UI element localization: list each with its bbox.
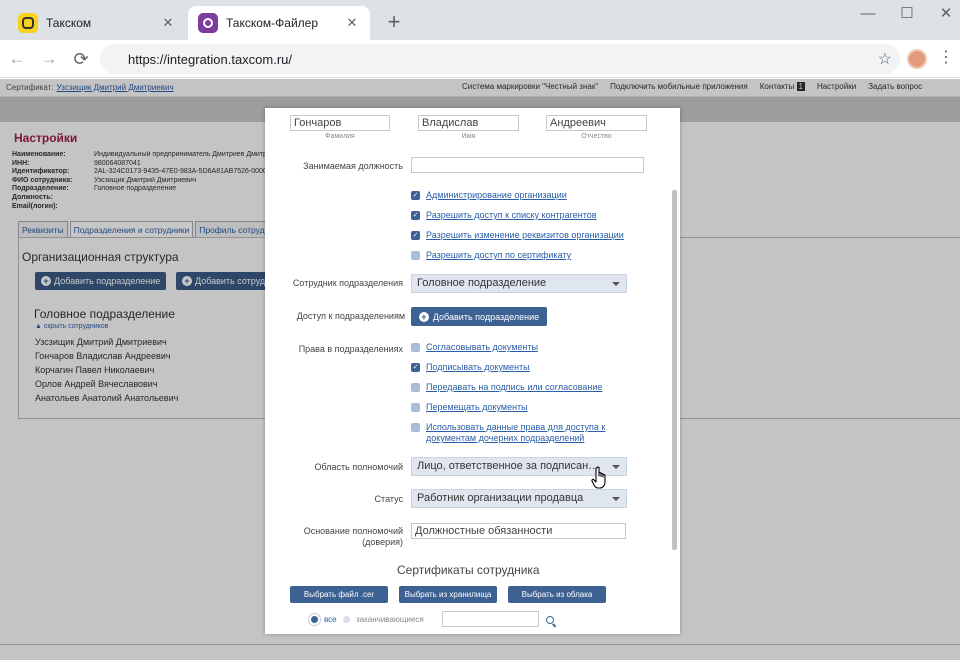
add-department-access-button[interactable]: + Добавить подразделение [411,307,547,326]
first-name-caption: Имя [461,133,476,140]
select-value: Головное подразделение [417,277,547,289]
rights-label: Права в подразделениях [298,344,403,354]
profile-avatar[interactable] [907,49,927,69]
checkbox-unchecked-icon [411,251,420,260]
position-label: Занимаемая должность [303,161,403,171]
chevron-down-icon [612,497,620,501]
perm-contractors-checkbox[interactable]: ✓ Разрешить доступ к списку контрагентов [411,210,597,221]
department-label: Сотрудник подразделения [292,278,403,288]
back-arrow-icon[interactable]: ← [7,49,27,69]
checkbox-label: Разрешить изменение реквизитов организац… [426,230,624,240]
right-approve-checkbox[interactable]: Согласовывать документы [411,342,538,353]
close-window-icon[interactable]: ✕ [931,4,960,24]
browser-toolbar: ← → ⟳ https://integration.taxcom.ru/ ☆ [0,40,960,78]
modal-scrollbar[interactable] [672,190,677,550]
checkbox-label: Разрешить доступ к списку контрагентов [426,210,597,220]
tab-close-icon[interactable]: ✕ [344,15,360,31]
right-move-checkbox[interactable]: Перемещать документы [411,402,528,413]
checkbox-unchecked-icon [411,403,420,412]
tab-title: Такском-Файлер [226,16,319,30]
tab-close-icon[interactable]: ✕ [160,15,176,31]
choose-from-store-button[interactable]: Выбрать из хранилища [399,586,497,603]
right-sign-checkbox[interactable]: ✓ Подписывать документы [411,362,530,373]
button-label: Выбрать из облака [521,590,593,599]
address-bar[interactable]: https://integration.taxcom.ru/ ☆ [100,44,900,74]
checkbox-checked-icon: ✓ [411,363,420,372]
checkbox-checked-icon: ✓ [411,231,420,240]
filter-all-radio[interactable]: все [311,615,337,624]
radio-label: все [324,615,337,624]
checkbox-label: Разрешить доступ по сертификату [426,250,572,260]
right-child-depts-checkbox[interactable]: Использовать данные права для доступа к … [411,422,641,444]
minimize-icon[interactable]: — [853,4,883,24]
checkbox-unchecked-icon [411,423,420,432]
checkbox-unchecked-icon [411,383,420,392]
choose-from-cloud-button[interactable]: Выбрать из облака [508,586,606,603]
checkbox-unchecked-icon [411,343,420,352]
url-text: https://integration.taxcom.ru/ [128,51,293,67]
button-label: Выбрать файл .cer [303,590,375,599]
right-forward-checkbox[interactable]: Передавать на подпись или согласование [411,382,602,393]
basis-label: Основание полномочий (доверия) [303,526,403,547]
filter-expiring-radio[interactable]: заканчивающиеся [343,615,424,624]
new-tab-plus-icon[interactable]: + [382,10,406,34]
basis-field[interactable]: Должностные обязанности [411,523,626,539]
middle-name-caption: Отчество [581,133,612,140]
middle-name-field[interactable]: Андреевич [546,115,647,131]
search-icon[interactable] [546,616,554,624]
bookmark-star-icon[interactable]: ☆ [878,49,892,69]
checkbox-label: Использовать данные права для доступа к … [426,422,606,443]
browser-tab-taxcom[interactable]: Такском ✕ [8,6,186,40]
first-name-field[interactable]: Владислав [418,115,519,131]
chevron-down-icon [612,465,620,469]
tab-title: Такском [46,16,92,30]
employee-edit-modal: Гончаров Фамилия Владислав Имя Андреевич… [265,108,680,634]
forward-arrow-icon[interactable]: → [39,49,59,69]
checkbox-label: Перемещать документы [426,402,528,412]
browser-menu-icon[interactable]: ⋮ [938,48,954,68]
filer-logo-icon [198,13,218,33]
hand-pointer-icon [591,466,609,495]
checkbox-checked-icon: ✓ [411,191,420,200]
checkbox-label: Подписывать документы [426,362,530,372]
last-name-caption: Фамилия [325,133,355,140]
radio-unselected-icon [343,616,350,623]
browser-tabstrip: Такском ✕ Такском-Файлер ✕ + — ☐ ✕ [0,0,960,40]
perm-certificate-checkbox[interactable]: Разрешить доступ по сертификату [411,250,571,261]
access-label: Доступ к подразделениям [296,311,405,321]
select-value: Работник организации продавца [417,492,584,504]
position-field[interactable] [411,157,644,173]
last-name-field[interactable]: Гончаров [290,115,390,131]
taxcom-logo-icon [18,13,38,33]
checkbox-label: Администрирование организации [426,190,567,200]
status-label: Статус [374,494,403,504]
reload-icon[interactable]: ⟳ [71,49,91,69]
certificates-title: Сертификаты сотрудника [397,563,540,577]
button-label: Выбрать из хранилища [404,590,492,599]
checkbox-label: Согласовывать документы [426,342,538,352]
checkbox-checked-icon: ✓ [411,211,420,220]
maximize-icon[interactable]: ☐ [892,4,922,24]
certificate-search-input[interactable] [442,611,539,627]
choose-cer-file-button[interactable]: Выбрать файл .cer [290,586,388,603]
perm-admin-checkbox[interactable]: ✓ Администрирование организации [411,190,567,201]
perm-requisites-checkbox[interactable]: ✓ Разрешить изменение реквизитов организ… [411,230,624,241]
chevron-down-icon [612,282,620,286]
checkbox-label: Передавать на подпись или согласование [426,382,603,392]
plus-icon: + [418,311,429,322]
radio-label: заканчивающиеся [356,615,424,624]
browser-tab-taxcom-filer[interactable]: Такском-Файлер ✕ [188,6,370,40]
department-select[interactable]: Головное подразделение [411,274,627,293]
authority-label: Область полномочий [314,462,403,472]
button-label: Добавить подразделение [432,311,540,322]
radio-selected-icon [311,616,318,623]
